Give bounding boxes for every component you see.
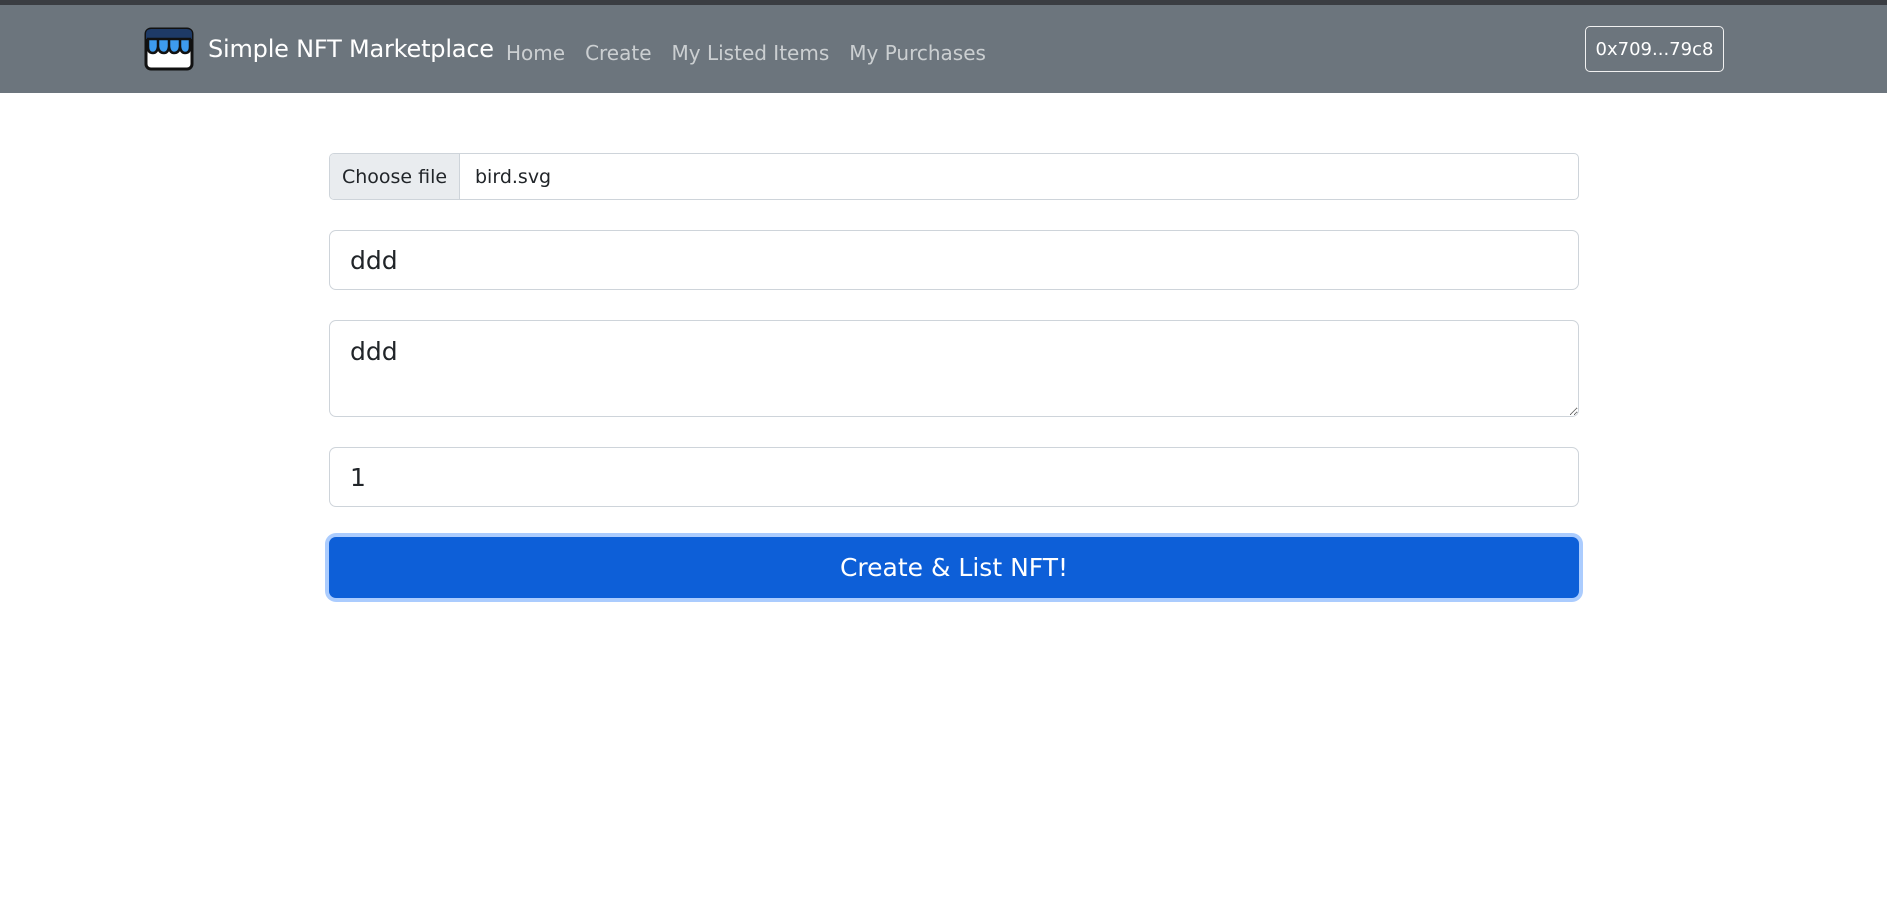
create-and-list-button[interactable]: Create & List NFT! xyxy=(329,537,1579,598)
navbar: Simple NFT Marketplace Home Create My Li… xyxy=(0,5,1887,93)
nav-link-my-listed-items[interactable]: My Listed Items xyxy=(672,41,830,65)
nft-description-textarea[interactable]: ddd xyxy=(329,320,1579,417)
nav-link-create[interactable]: Create xyxy=(585,41,651,65)
brand-name: Simple NFT Marketplace xyxy=(208,35,494,63)
brand-link[interactable]: Simple NFT Marketplace xyxy=(144,27,494,71)
create-nft-form: Choose file bird.svg ddd Create & List N… xyxy=(329,153,1579,598)
choose-file-button[interactable]: Choose file xyxy=(330,154,460,199)
nav-link-my-purchases[interactable]: My Purchases xyxy=(849,41,986,65)
selected-file-name: bird.svg xyxy=(475,165,552,188)
nft-price-input[interactable] xyxy=(329,447,1579,507)
nav-link-home[interactable]: Home xyxy=(506,41,565,65)
nft-name-input[interactable] xyxy=(329,230,1579,290)
file-upload-input[interactable]: Choose file bird.svg xyxy=(329,153,1579,200)
wallet-account-button[interactable]: 0x709...79c8 xyxy=(1585,26,1724,72)
storefront-icon xyxy=(144,27,194,71)
nav-links: Home Create My Listed Items My Purchases xyxy=(506,41,1006,65)
